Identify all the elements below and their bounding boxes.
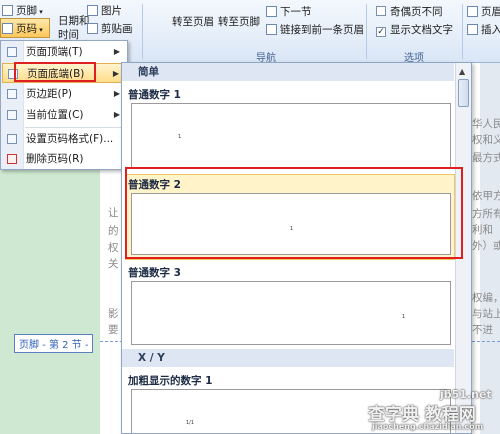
ribbon-separator [366,4,367,59]
doc-text: 华人民共 [472,118,500,130]
doc-text: 的 [108,225,119,237]
sample-page-number: 1/1 [186,420,195,426]
header-position-button[interactable]: 页眉 [467,4,500,19]
gallery-section-header: 简单 [122,63,454,81]
menu-item-page-top[interactable]: 页面顶端(T) ▶ [2,42,126,62]
doc-text: 依甲方 [472,190,500,202]
checkbox-checked[interactable]: ✓ [376,27,386,37]
doc-text: 利和（ [472,224,500,236]
scroll-up-icon[interactable]: ▲ [459,67,465,76]
doc-text: 最方式 [472,152,500,164]
submenu-arrow-icon: ▶ [113,110,120,119]
submenu-arrow-icon: ▶ [113,89,120,98]
page-number-button[interactable]: 页码 ▾ [2,21,43,36]
gallery-item-label: 加粗显示的数字 1 [128,375,213,387]
doc-text: 权和义务 [472,134,500,146]
next-section-button[interactable]: 下一节 [266,4,312,19]
highlight-box-menu [14,62,96,82]
doc-text: 影 [108,308,119,320]
ribbon-separator [462,4,463,59]
link-previous-button[interactable]: 链接到前一条页眉 [266,22,364,37]
delete-page-number-icon [7,154,17,164]
picture-button[interactable]: 图片 [87,3,122,18]
sample-page-number: 1 [178,134,182,140]
doc-text: 方所有 [472,208,500,220]
footer-button[interactable]: 页脚 ▾ [2,3,43,18]
next-section-icon [266,6,277,17]
page-top-icon [7,47,17,57]
sample-page-number: 1 [402,314,406,320]
menu-item-page-margin[interactable]: 页边距(P) ▶ [2,84,126,104]
doc-text: 要 [108,324,119,336]
watermark-text: jiaocheng.chazidian.com [372,422,484,431]
current-position-icon [7,110,17,120]
menu-item-format-page-number[interactable]: 设置页码格式(F)... [2,129,126,149]
footer-section-tag: 页脚 - 第 2 节 - [14,334,94,353]
clipart-button[interactable]: 剪贴画 [87,21,133,36]
highlight-box-gallery [125,167,463,259]
scrollbar-thumb[interactable] [458,79,469,107]
picture-icon [87,5,98,16]
menu-separator [25,127,123,128]
doc-text: 不进 [472,324,493,336]
doc-text: 让 [108,207,119,219]
checkbox-unchecked[interactable] [376,6,386,16]
show-doc-text-checkbox[interactable]: ✓ 显示文档文字 [376,22,453,37]
clipart-icon [87,23,98,34]
ribbon-separator [142,4,143,59]
menu-item-delete-page-number[interactable]: 删除页码(R) [2,149,126,169]
page-number-icon [2,23,13,34]
submenu-arrow-icon: ▶ [113,47,120,56]
link-icon [266,24,277,35]
doc-text: 权编， [472,292,500,304]
gallery-item-plain-number-1[interactable]: 1 [131,103,451,169]
footer-region-left [0,140,100,434]
insert-align-button[interactable]: 插入 [467,22,500,37]
goto-footer-button[interactable]: 转至页脚 [218,14,260,29]
doc-text: 外）或 [472,240,500,252]
doc-text: 关 [108,258,119,270]
header-position-icon [467,6,478,17]
gallery-item-label: 普通数字 1 [128,89,181,101]
doc-text: 与站上 [472,308,500,320]
datetime-button[interactable]: 日期和 时间 [58,14,90,42]
page-number-menu: 页面顶端(T) ▶ 页面底端(B) ▶ 页边距(P) ▶ 当前位置(C) ▶ 设… [0,40,128,170]
gallery-section-header: X / Y [122,349,454,367]
menu-item-current-position[interactable]: 当前位置(C) ▶ [2,105,126,125]
goto-header-button[interactable]: 转至页眉 [172,14,214,29]
format-page-number-icon [7,134,17,144]
odd-even-checkbox[interactable]: 奇偶页不同 [376,4,443,19]
gallery-item-plain-number-3[interactable]: 1 [131,281,451,345]
align-tab-icon [467,24,478,35]
submenu-arrow-icon: ▶ [112,69,119,78]
page-margin-icon [7,89,17,99]
footer-icon [2,5,13,16]
gallery-item-label: 普通数字 3 [128,267,181,279]
doc-text: 权 [108,242,119,254]
